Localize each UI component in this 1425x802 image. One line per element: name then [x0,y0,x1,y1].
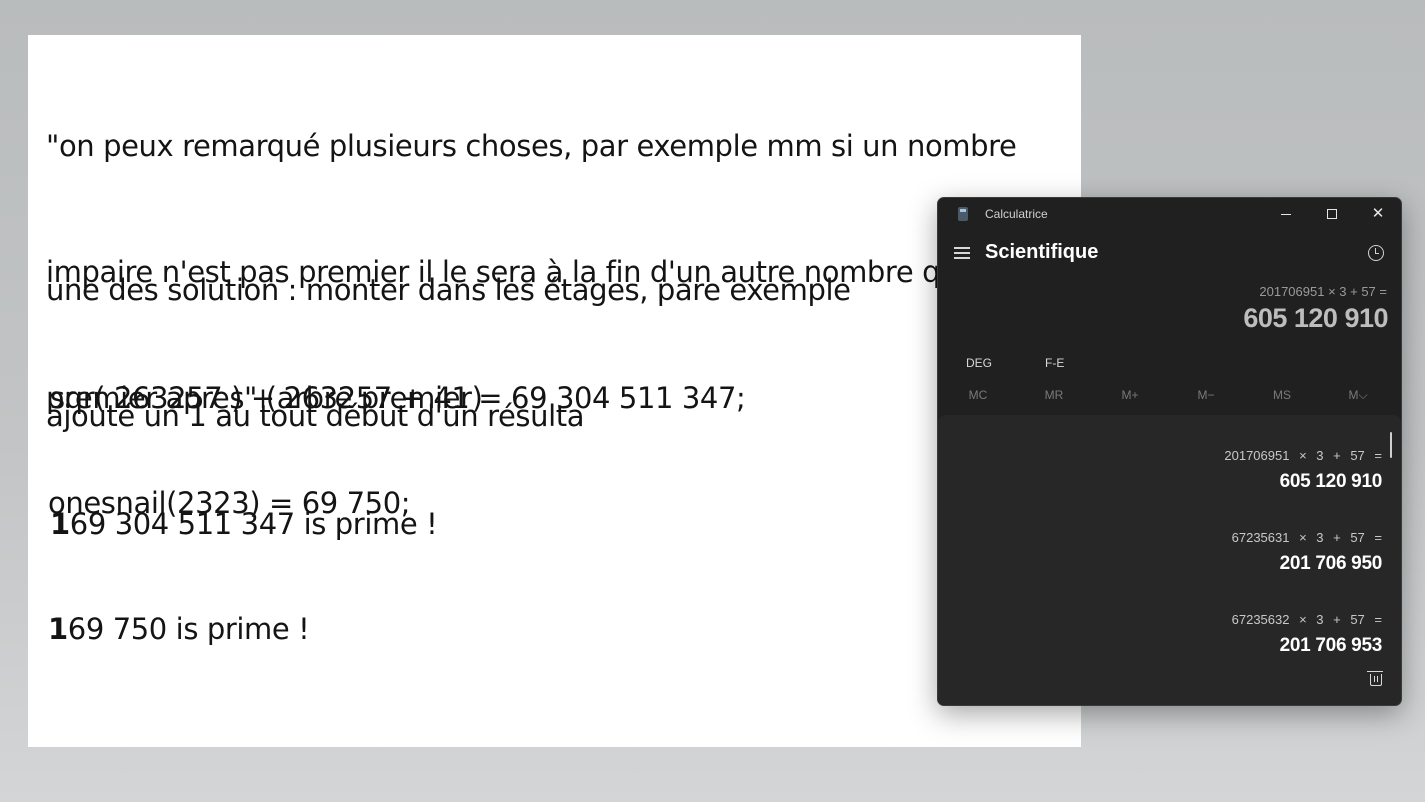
history-item[interactable]: 67235632 × 3 + 57 = 201 706 953 [1231,612,1383,657]
memory-recall-button[interactable]: MR [1024,388,1084,402]
memory-subtract-button[interactable]: M− [1176,388,1236,402]
memory-clear-button[interactable]: MC [948,388,1008,402]
equation-line: onesnail(2323) = 69 750; [48,486,411,520]
history-expression: 201706951 × 3 + 57 = [1224,448,1382,463]
prime-line: 169 750 is prime ! [48,608,410,650]
history-panel: 201706951 × 3 + 57 = 605 120 910 6723563… [938,415,1401,705]
window-title: Calculatrice [985,207,1048,221]
hamburger-icon[interactable] [954,247,970,259]
history-item[interactable]: 67235631 × 3 + 57 = 201 706 950 [1231,530,1383,575]
history-item[interactable]: 201706951 × 3 + 57 = 605 120 910 [1224,448,1382,493]
maximize-icon [1327,209,1337,220]
maximize-button[interactable] [1309,198,1355,230]
result-display: 605 120 910 [1243,303,1388,333]
history-icon[interactable] [1368,245,1384,261]
history-expression: 67235631 × 3 + 57 = [1231,530,1382,545]
memory-add-button[interactable]: M+ [1100,388,1160,402]
history-result: 605 120 910 [1279,471,1383,492]
calculator-window: Calculatrice ✕ Scientifique 201706951 × … [937,197,1402,706]
prime-text: 69 750 is prime ! [67,612,310,646]
history-result: 201 706 953 [1279,635,1383,656]
text-line: "on peux remarqué plusieurs choses, par … [46,129,1017,163]
memory-store-button[interactable]: MS [1252,388,1312,402]
angle-unit-button[interactable]: DEG [966,356,992,370]
title-bar[interactable]: Calculatrice ✕ [938,198,1401,230]
fe-button[interactable]: F-E [1045,356,1064,370]
expression-display: 201706951 × 3 + 57 = [1259,284,1387,299]
memory-list-button[interactable]: M⌵ [1328,388,1388,403]
prefix-digit: 1 [48,612,68,646]
trash-icon[interactable] [1367,671,1383,686]
history-result: 201 706 950 [1279,553,1383,574]
close-button[interactable]: ✕ [1355,198,1401,230]
example-onesnail: onesnail(2323) = 69 750; 169 750 is prim… [48,398,411,734]
close-icon: ✕ [1371,205,1385,222]
document-page: "on peux remarqué plusieurs choses, par … [28,35,1081,747]
history-expression: 67235632 × 3 + 57 = [1231,612,1382,627]
scrollbar[interactable] [1390,432,1392,458]
calculator-icon [958,207,968,221]
minimize-button[interactable] [1263,198,1309,230]
minimize-icon [1281,213,1291,215]
mode-title: Scientifique [985,241,1099,263]
